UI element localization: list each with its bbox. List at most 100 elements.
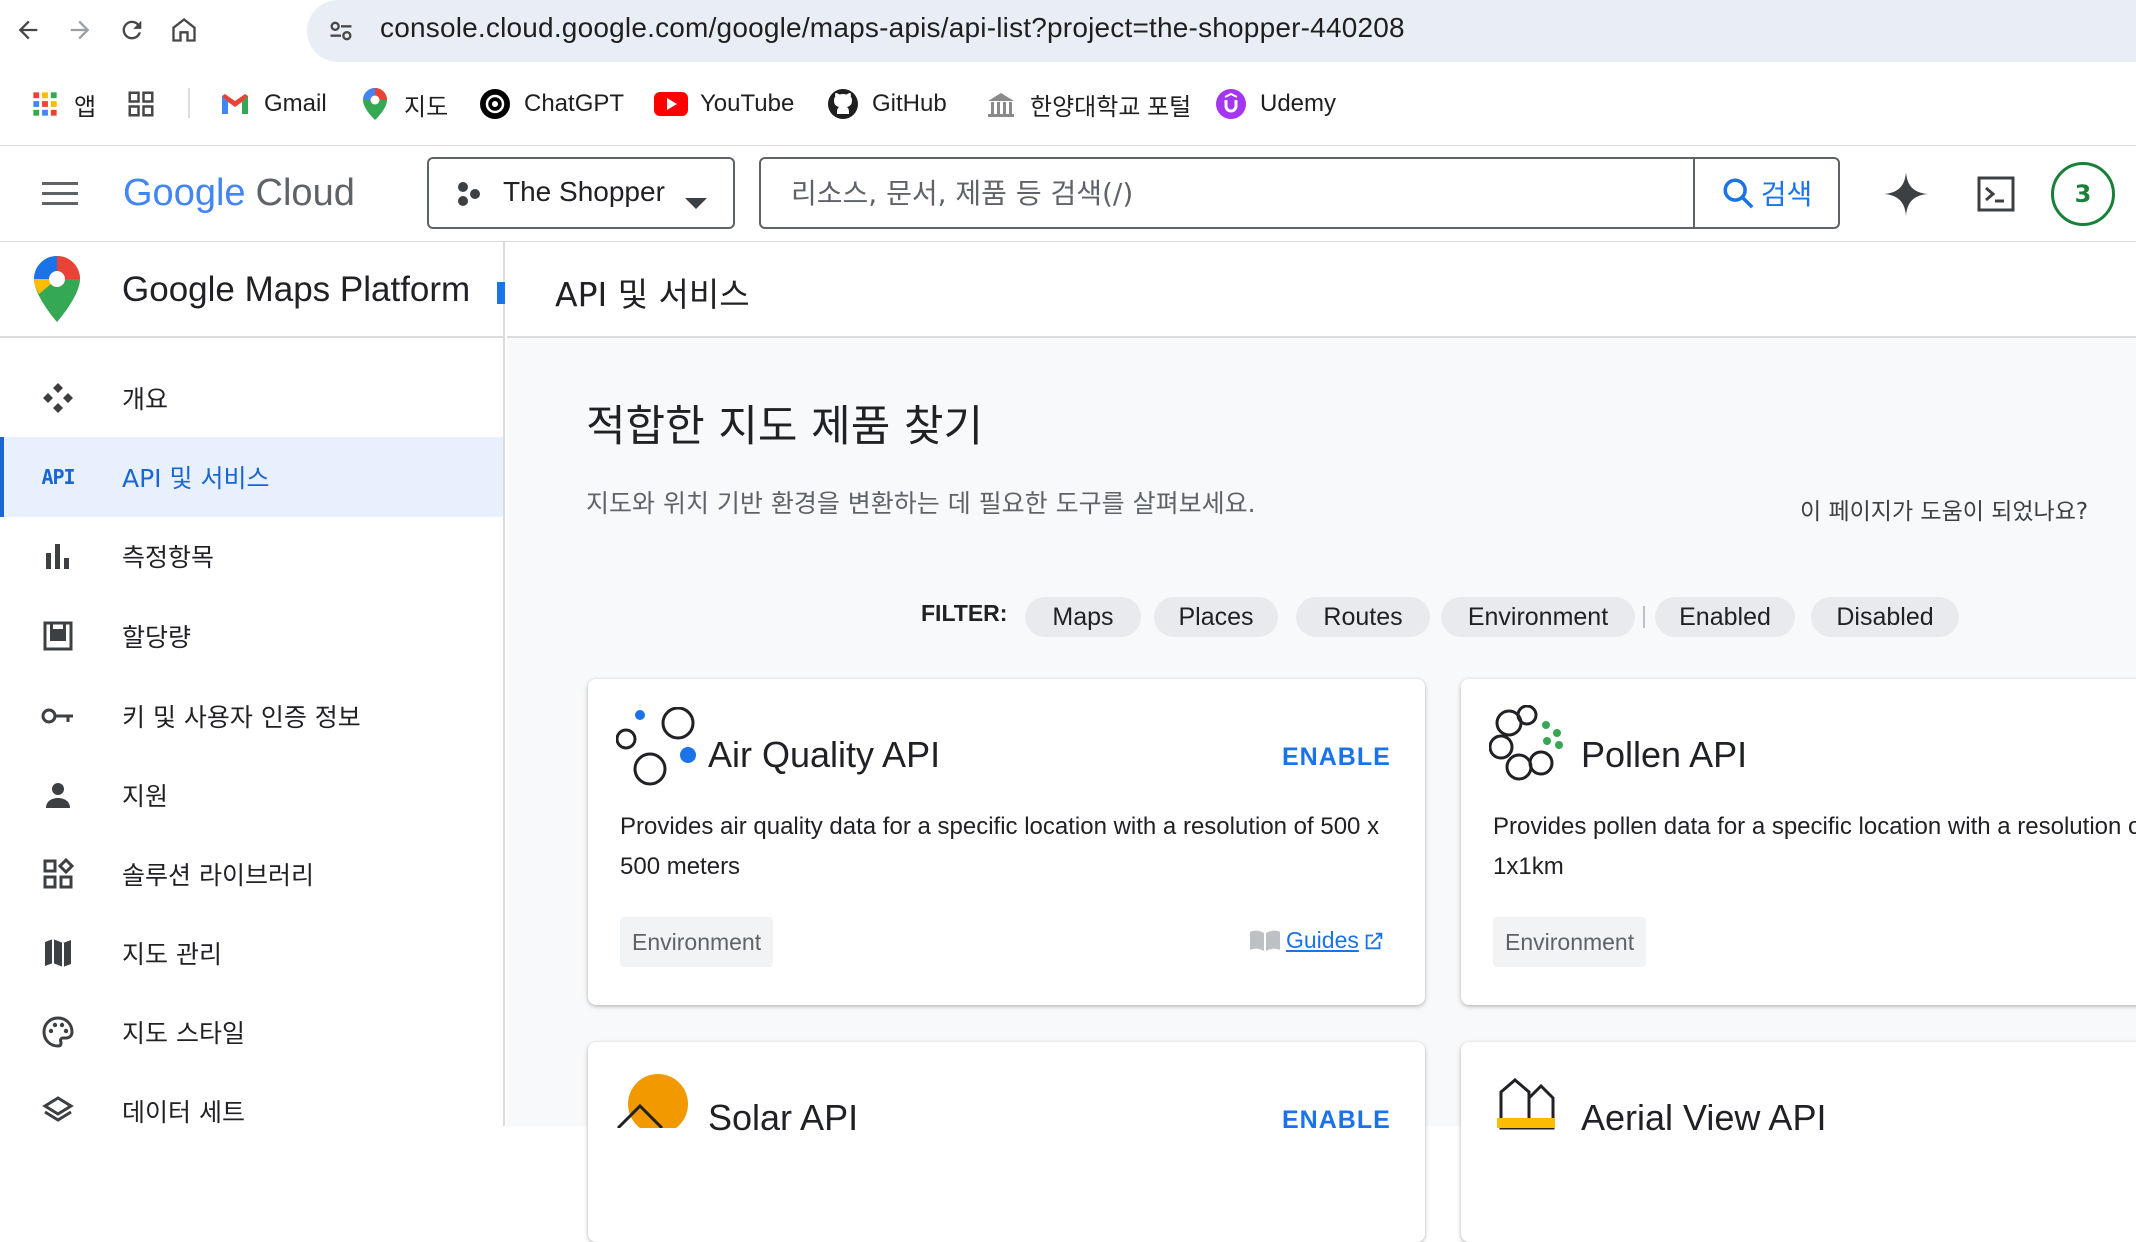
- terminal-icon: [1977, 176, 2015, 212]
- filter-chip-enabled[interactable]: Enabled: [1655, 597, 1795, 637]
- filter-chip-maps[interactable]: Maps: [1025, 597, 1141, 637]
- sidebar-item-label: 지원: [122, 782, 169, 811]
- external-link-icon: [1365, 932, 1383, 949]
- apps-grid-icon: [28, 87, 62, 121]
- reload-icon: [122, 20, 142, 40]
- console-header: Google Cloud The Shopper 검색 3: [0, 146, 2136, 242]
- card-title: Solar API: [708, 1097, 859, 1138]
- api-card-air-quality[interactable]: Air Quality API ENABLE Provides air qual…: [588, 679, 1425, 1005]
- bookmark-gmail[interactable]: Gmail: [218, 84, 327, 124]
- sidebar-item-map-management[interactable]: 지도 관리: [0, 913, 503, 993]
- sidebar-header: Google Maps Platform: [0, 242, 505, 338]
- sidebar-item-datasets[interactable]: 데이터 세트: [0, 1071, 503, 1151]
- filter-divider: [1643, 606, 1645, 628]
- forward-button[interactable]: [58, 8, 102, 52]
- cloud-shell-button[interactable]: [1976, 174, 2016, 214]
- filter-chip-disabled[interactable]: Disabled: [1811, 597, 1959, 637]
- reload-button[interactable]: [110, 8, 154, 52]
- hamburger-icon: [42, 182, 78, 205]
- bar-chart-icon: [38, 536, 78, 576]
- chip-label: Places: [1178, 602, 1254, 631]
- home-icon: [172, 18, 196, 42]
- home-button[interactable]: [162, 8, 206, 52]
- api-card-aerial-view[interactable]: Aerial View API: [1461, 1042, 2136, 1242]
- title-overflow-marker: [497, 282, 505, 304]
- sidebar-item-solutions[interactable]: 솔루션 라이브러리: [0, 834, 503, 914]
- search-input[interactable]: [761, 159, 1691, 227]
- guides-link[interactable]: Guides: [1248, 927, 1385, 954]
- sidebar-item-label: 개요: [122, 385, 169, 414]
- sidebar-item-overview[interactable]: 개요: [0, 358, 503, 438]
- bookmark-label: ChatGPT: [524, 90, 625, 117]
- udemy-icon: [1214, 87, 1248, 121]
- air-quality-icon: [615, 706, 700, 795]
- sidebar-item-support[interactable]: 지원: [0, 755, 503, 835]
- bookmark-youtube[interactable]: YouTube: [654, 84, 794, 124]
- page-title: API 및 서비스: [555, 275, 750, 314]
- tab-groups-icon: [124, 87, 158, 121]
- bookmark-github[interactable]: GitHub: [826, 84, 947, 124]
- back-button[interactable]: [6, 8, 50, 52]
- bookmark-hanyang[interactable]: 한양대학교 포털: [984, 84, 1191, 124]
- google-cloud-logo[interactable]: Google Cloud: [123, 168, 355, 218]
- sparkle-icon: [1884, 172, 1928, 216]
- project-picker[interactable]: The Shopper: [427, 157, 735, 229]
- key-icon: [38, 696, 78, 736]
- gemini-button[interactable]: [1882, 170, 1930, 218]
- sidebar-item-label: 데이터 세트: [122, 1098, 245, 1127]
- card-title: Air Quality API: [708, 734, 941, 775]
- logo-google: Google: [123, 171, 246, 214]
- enable-button[interactable]: ENABLE: [1282, 743, 1391, 772]
- main-content: API 및 서비스 적합한 지도 제품 찾기 지도와 위치 기반 환경을 변환하…: [507, 242, 2136, 1242]
- filter-chip-places[interactable]: Places: [1154, 597, 1278, 637]
- person-icon: [38, 775, 78, 815]
- solar-icon: [616, 1068, 700, 1134]
- browser-chrome: console.cloud.google.com/google/maps-api…: [0, 0, 2136, 146]
- enable-button[interactable]: ENABLE: [1282, 1106, 1391, 1135]
- sidebar-item-label: 지도 관리: [122, 940, 222, 969]
- main-menu-button[interactable]: [40, 176, 80, 212]
- filter-chip-environment[interactable]: Environment: [1441, 597, 1635, 637]
- chip-label: Enabled: [1679, 602, 1771, 631]
- feedback-link[interactable]: 이 페이지가 도움이 되었나요?: [1800, 492, 2088, 526]
- sidebar-item-label: 키 및 사용자 인증 정보: [122, 703, 361, 732]
- section-heading: 적합한 지도 제품 찾기: [586, 402, 984, 452]
- bookmark-chatgpt[interactable]: ChatGPT: [478, 84, 624, 124]
- chatgpt-icon: [478, 87, 512, 121]
- search-button-label: 검색: [1760, 178, 1813, 211]
- sidebar-item-map-styles[interactable]: 지도 스타일: [0, 992, 503, 1072]
- notification-badge[interactable]: 3: [2051, 162, 2115, 226]
- github-icon: [826, 87, 860, 121]
- project-icon: [455, 179, 485, 216]
- overview-icon: [38, 378, 78, 418]
- sidebar: Google Maps Platform 개요 API API 및 서비스 측정…: [0, 242, 505, 1127]
- bookmark-tab-groups[interactable]: [124, 84, 170, 124]
- quota-icon: [38, 616, 78, 656]
- chip-label: Routes: [1323, 602, 1403, 631]
- google-maps-icon: [358, 87, 392, 121]
- sidebar-item-label: API 및 서비스: [122, 464, 270, 493]
- arrow-right-icon: [70, 20, 90, 40]
- bookmark-apps[interactable]: 앱: [28, 84, 96, 124]
- card-tag: Environment: [1493, 917, 1647, 967]
- api-card-pollen[interactable]: Pollen API Provides pollen data for a sp…: [1461, 679, 2136, 1005]
- bookmark-label: 앱: [74, 93, 97, 121]
- arrow-left-icon: [18, 20, 38, 40]
- sidebar-item-credentials[interactable]: 키 및 사용자 인증 정보: [0, 676, 503, 756]
- url-text[interactable]: console.cloud.google.com/google/maps-api…: [380, 12, 1405, 44]
- aerial-view-icon: [1491, 1072, 1561, 1136]
- sidebar-item-quotas[interactable]: 할당량: [0, 596, 503, 676]
- sidebar-title: Google Maps Platform: [122, 270, 471, 309]
- sidebar-item-metrics[interactable]: 측정항목: [0, 516, 503, 596]
- sidebar-item-api-services[interactable]: API API 및 서비스: [0, 437, 503, 517]
- dropdown-arrow-icon: [684, 186, 708, 218]
- filter-chip-routes[interactable]: Routes: [1296, 597, 1430, 637]
- layers-icon: [38, 1091, 78, 1131]
- bookmark-maps[interactable]: 지도: [358, 84, 448, 124]
- pollen-icon: [1488, 704, 1569, 793]
- bookmark-udemy[interactable]: Udemy: [1214, 84, 1336, 124]
- site-info-button[interactable]: [321, 11, 361, 51]
- bookmark-label: Udemy: [1260, 90, 1337, 117]
- api-card-solar[interactable]: Solar API ENABLE: [588, 1042, 1425, 1242]
- search-button[interactable]: 검색: [1693, 159, 1838, 227]
